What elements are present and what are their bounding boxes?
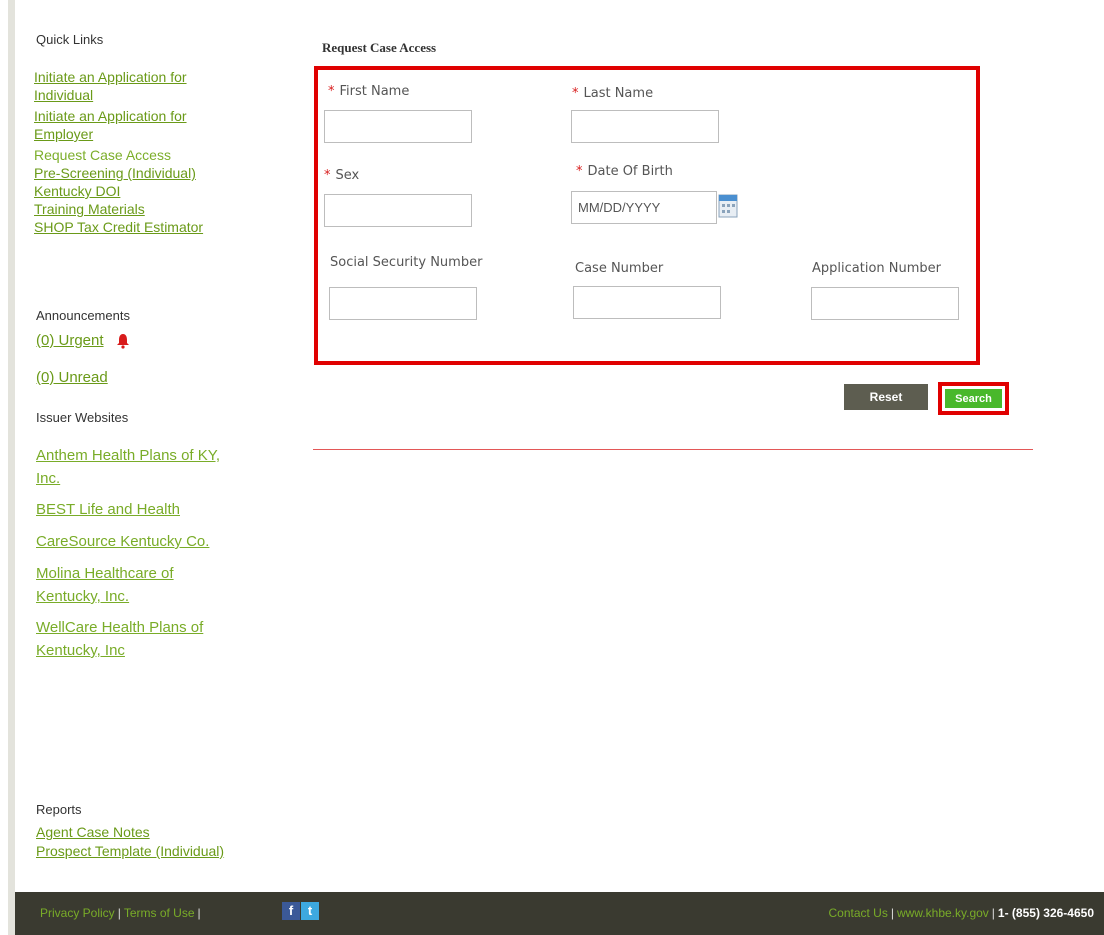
- reports-heading: Reports: [36, 802, 82, 817]
- issuer-link-molina[interactable]: Molina Healthcare of Kentucky, Inc.: [36, 562, 236, 608]
- ssn-label: Social Security Number: [330, 255, 483, 270]
- required-marker: *: [328, 84, 335, 99]
- search-button-highlight: Search: [938, 382, 1009, 415]
- issuer-link-best[interactable]: BEST Life and Health: [36, 498, 236, 521]
- dob-input[interactable]: [571, 191, 717, 224]
- quick-link-training-materials[interactable]: Training Materials: [34, 200, 234, 218]
- ssn-input[interactable]: [329, 287, 477, 320]
- quick-link-request-case-access[interactable]: Request Case Access: [34, 146, 234, 164]
- urgent-row: (0) Urgent: [36, 332, 130, 350]
- calendar-icon[interactable]: [718, 193, 738, 219]
- sex-input[interactable]: [324, 194, 472, 227]
- contact-us-link[interactable]: Contact Us: [828, 906, 887, 920]
- announcements-heading: Announcements: [36, 308, 130, 323]
- reset-button[interactable]: Reset: [844, 384, 928, 410]
- facebook-icon[interactable]: f: [282, 902, 300, 920]
- quick-link-kentucky-doi[interactable]: Kentucky DOI: [34, 182, 234, 200]
- application-number-input[interactable]: [811, 287, 959, 320]
- quick-link-pre-screening[interactable]: Pre-Screening (Individual): [34, 164, 234, 182]
- quick-link-initiate-individual[interactable]: Initiate an Application for Individual: [34, 68, 234, 104]
- quick-link-shop-estimator[interactable]: SHOP Tax Credit Estimator: [34, 218, 234, 236]
- required-marker: *: [572, 86, 579, 101]
- footer: Privacy Policy | Terms of Use | f t Contact…: [8, 892, 1104, 935]
- first-name-input[interactable]: [324, 110, 472, 143]
- unread-link[interactable]: (0) Unread: [36, 369, 108, 387]
- last-name-input[interactable]: [571, 110, 719, 143]
- twitter-icon[interactable]: t: [301, 902, 319, 920]
- quick-links-list: Initiate an Application for Individual I…: [34, 68, 234, 236]
- issuer-link-caresource[interactable]: CareSource Kentucky Co.: [36, 530, 236, 553]
- case-number-label: Case Number: [575, 261, 664, 276]
- sex-label: * Sex: [324, 168, 360, 183]
- issuer-link-anthem[interactable]: Anthem Health Plans of KY, Inc.: [36, 444, 236, 490]
- phone-number: 1- (855) 326-4650: [997, 906, 1094, 920]
- terms-of-use-link[interactable]: Terms of Use: [124, 906, 195, 920]
- case-number-input[interactable]: [573, 286, 721, 319]
- application-number-label: Application Number: [812, 261, 941, 276]
- last-name-label: * Last Name: [572, 86, 654, 101]
- urgent-link[interactable]: (0) Urgent: [36, 332, 104, 350]
- issuer-websites-heading: Issuer Websites: [36, 410, 129, 425]
- search-button[interactable]: Search: [945, 389, 1002, 408]
- page-title: Request Case Access: [322, 40, 437, 55]
- section-divider: [313, 449, 1033, 450]
- privacy-policy-link[interactable]: Privacy Policy: [40, 906, 115, 920]
- report-link-prospect-template[interactable]: Prospect Template (Individual): [36, 842, 276, 860]
- dob-label: * Date Of Birth: [576, 164, 673, 179]
- quick-link-initiate-employer[interactable]: Initiate an Application for Employer: [34, 107, 234, 143]
- quick-links-heading: Quick Links: [36, 32, 104, 47]
- bell-icon: [116, 334, 129, 349]
- footer-contact: Contact Us | www.khbe.ky.gov | 1- (855) 326-…: [828, 906, 1094, 920]
- issuer-link-wellcare[interactable]: WellCare Health Plans of Kentucky, Inc: [36, 616, 236, 662]
- first-name-label: * First Name: [328, 84, 410, 99]
- issuer-list: Anthem Health Plans of KY, Inc. BEST Lif…: [36, 444, 236, 662]
- required-marker: *: [576, 164, 583, 179]
- website-link[interactable]: www.khbe.ky.gov: [897, 906, 989, 920]
- footer-links: Privacy Policy | Terms of Use |: [40, 906, 201, 920]
- required-marker: *: [324, 168, 331, 183]
- report-link-agent-case-notes[interactable]: Agent Case Notes: [36, 823, 266, 841]
